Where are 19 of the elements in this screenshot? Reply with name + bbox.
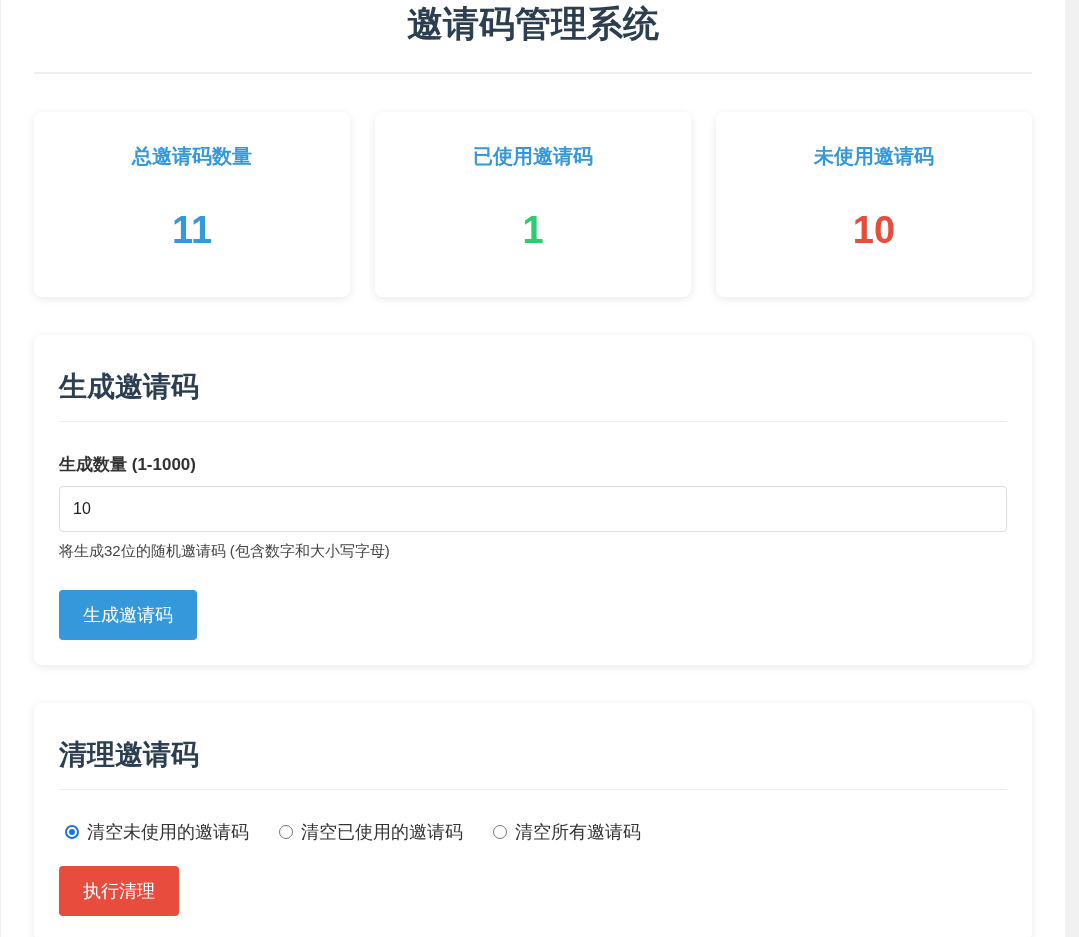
- radio-button[interactable]: [65, 825, 79, 839]
- stat-label: 已使用邀请码: [473, 144, 593, 169]
- section-heading: 生成邀请码: [59, 369, 1007, 422]
- quantity-input[interactable]: 10: [59, 486, 1007, 532]
- radio-button[interactable]: [279, 825, 293, 839]
- hint-text: 将生成32位的随机邀请码 (包含数字和大小写字母): [59, 541, 391, 561]
- stat-value: 1: [522, 208, 544, 252]
- field-label: 生成数量 (1-1000): [59, 454, 197, 476]
- stat-value: 10: [852, 208, 896, 252]
- radio-button[interactable]: [493, 825, 507, 839]
- stat-label: 总邀请码数量: [132, 144, 252, 169]
- stat-value: 11: [171, 208, 213, 252]
- radio-label[interactable]: 清空未使用的邀请码: [87, 820, 249, 844]
- radio-label[interactable]: 清空已使用的邀请码: [301, 820, 463, 844]
- stat-label: 未使用邀请码: [814, 144, 934, 169]
- section-heading: 清理邀请码: [59, 737, 1007, 790]
- page-title: 邀请码管理系统: [34, 0, 1032, 74]
- cleanup-button[interactable]: 执行清理: [59, 866, 179, 916]
- radio-label[interactable]: 清空所有邀请码: [515, 820, 641, 844]
